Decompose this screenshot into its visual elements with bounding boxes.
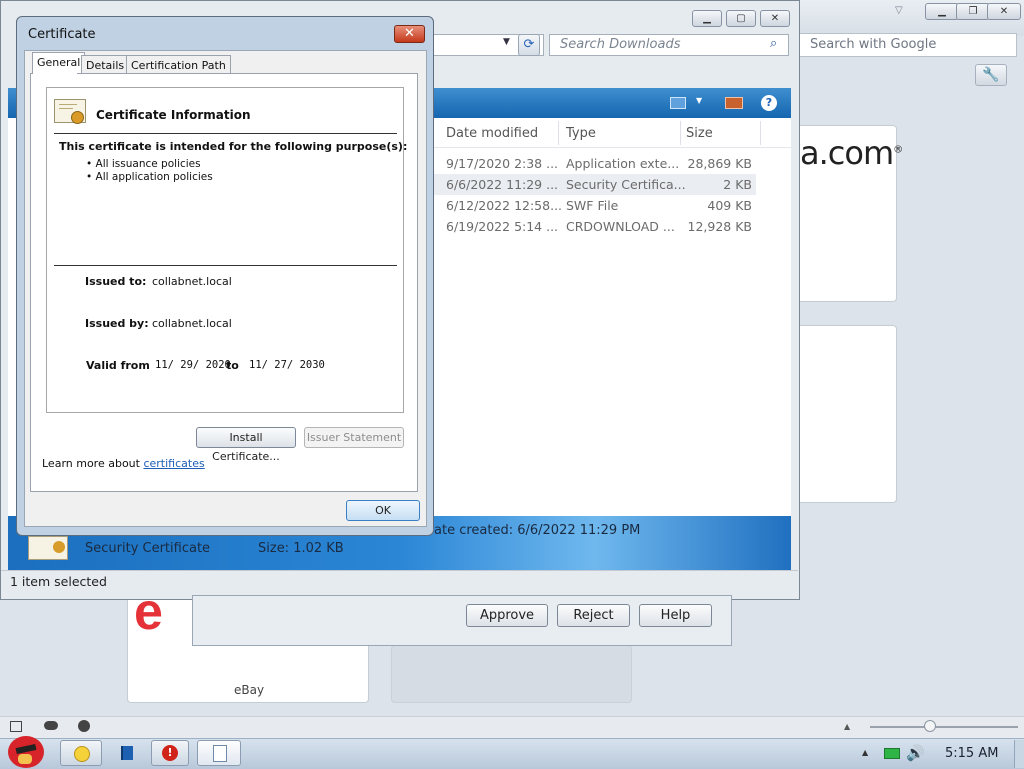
column-divider bbox=[680, 121, 681, 145]
divider bbox=[54, 265, 397, 266]
learn-more-text: Learn more about certificates bbox=[42, 456, 205, 470]
chevron-up-icon[interactable]: ▲ bbox=[844, 722, 850, 731]
purpose-heading: This certificate is intended for the fol… bbox=[59, 140, 408, 153]
zoom-slider-handle[interactable] bbox=[924, 720, 936, 732]
tab-certification-path[interactable]: Certification Path bbox=[126, 55, 231, 75]
dialog-title: Certificate bbox=[28, 27, 96, 42]
issuer-statement-button[interactable]: Issuer Statement bbox=[304, 427, 404, 448]
ebay-logo: e bbox=[134, 596, 163, 630]
start-button-icon[interactable] bbox=[2, 732, 46, 768]
certificate-info-heading: Certificate Information bbox=[96, 108, 251, 122]
row-type[interactable]: Security Certifica... bbox=[566, 177, 686, 192]
preview-pane-icon[interactable] bbox=[725, 97, 743, 109]
chevron-up-icon[interactable]: ▲ bbox=[862, 748, 868, 757]
refresh-icon[interactable]: ⟳ bbox=[518, 34, 540, 56]
divider bbox=[54, 133, 397, 134]
tab-general[interactable]: General bbox=[32, 52, 86, 74]
issued-by-label: Issued by: bbox=[85, 317, 149, 330]
taskbar-button-active[interactable] bbox=[197, 740, 241, 766]
alert-icon: ! bbox=[162, 745, 178, 761]
column-divider bbox=[558, 121, 559, 145]
book-icon[interactable] bbox=[121, 746, 133, 760]
certificate-file-icon bbox=[28, 536, 68, 560]
clock[interactable]: 5:15 AM bbox=[945, 746, 998, 761]
valid-to-label: to bbox=[226, 359, 239, 372]
purpose-item: • All application policies bbox=[86, 171, 213, 183]
view-options-icon[interactable] bbox=[670, 97, 686, 109]
maximize-button[interactable]: ▢ bbox=[726, 10, 756, 27]
valid-to-value: 11/ 27/ 2030 bbox=[249, 359, 325, 371]
column-header-type[interactable]: Type bbox=[566, 126, 596, 141]
valid-from-label: Valid from bbox=[86, 359, 150, 372]
column-header-date[interactable]: Date modified bbox=[446, 126, 538, 141]
chevron-down-icon[interactable]: ▼ bbox=[696, 96, 702, 105]
row-type[interactable]: Application exte... bbox=[566, 156, 679, 171]
zoom-slider-track[interactable] bbox=[870, 726, 1018, 728]
row-size[interactable]: 409 KB bbox=[680, 198, 752, 213]
reject-button[interactable]: Reject bbox=[557, 604, 630, 627]
details-file-size: Size: 1.02 KB bbox=[258, 541, 344, 556]
details-file-name: Security Certificate bbox=[85, 541, 211, 556]
speed-icon[interactable] bbox=[78, 720, 90, 732]
row-date[interactable]: 6/12/2022 12:58... bbox=[446, 198, 562, 213]
approve-button[interactable]: Approve bbox=[466, 604, 548, 627]
row-size[interactable]: 28,869 KB bbox=[680, 156, 752, 171]
taskbar-button[interactable]: ! bbox=[151, 740, 189, 766]
status-bar bbox=[1, 570, 798, 593]
logo-text: a.com bbox=[800, 134, 894, 172]
row-date[interactable]: 6/19/2022 5:14 ... bbox=[446, 219, 558, 234]
search-icon[interactable]: ⌕ bbox=[770, 36, 777, 51]
battery-icon[interactable] bbox=[884, 748, 900, 759]
status-text: 1 item selected bbox=[10, 574, 107, 589]
learn-more-prefix: Learn more about bbox=[42, 457, 144, 470]
ok-button[interactable]: OK bbox=[346, 500, 420, 521]
restore-button[interactable]: ❐ bbox=[956, 3, 990, 20]
show-desktop-button[interactable] bbox=[1014, 740, 1024, 768]
dropdown-arrow-icon[interactable]: ▼ bbox=[503, 37, 510, 47]
help-icon[interactable]: ? bbox=[761, 95, 777, 111]
valid-from-value: 11/ 29/ 2020 bbox=[155, 359, 231, 371]
row-date[interactable]: 9/17/2020 2:38 ... bbox=[446, 156, 558, 171]
tab-details[interactable]: Details bbox=[81, 55, 130, 75]
registered-mark: ® bbox=[893, 144, 903, 156]
row-size[interactable]: 12,928 KB bbox=[680, 219, 752, 234]
install-certificate-button[interactable]: Install Certificate... bbox=[196, 427, 296, 463]
chevron-down-icon[interactable]: ▽ bbox=[895, 5, 903, 16]
taskbar-button[interactable] bbox=[60, 740, 102, 766]
volume-icon[interactable]: 🔊 bbox=[906, 744, 925, 762]
speed-dial-tile-empty[interactable] bbox=[391, 645, 632, 703]
downloads-search-input[interactable]: Search Downloads bbox=[549, 34, 789, 56]
sun-icon bbox=[74, 746, 90, 762]
row-size[interactable]: 2 KB bbox=[680, 177, 752, 192]
row-type[interactable]: SWF File bbox=[566, 198, 618, 213]
panel-icon[interactable] bbox=[10, 721, 22, 732]
issued-by-value: collabnet.local bbox=[152, 317, 232, 330]
certificate-icon bbox=[54, 99, 86, 124]
column-header-size[interactable]: Size bbox=[686, 126, 713, 141]
minimize-button[interactable]: ▁ bbox=[692, 10, 722, 27]
column-divider bbox=[760, 121, 761, 145]
row-type[interactable]: CRDOWNLOAD ... bbox=[566, 219, 675, 234]
cloud-icon[interactable] bbox=[44, 721, 58, 730]
details-date-created: ate created: 6/6/2022 11:29 PM bbox=[434, 523, 641, 538]
minimize-button[interactable]: ▁ bbox=[925, 3, 959, 20]
document-icon bbox=[213, 745, 227, 762]
google-search-input[interactable]: Search with Google bbox=[799, 33, 1017, 57]
issued-to-label: Issued to: bbox=[85, 275, 147, 288]
site-logo-text: a.com® bbox=[800, 134, 903, 172]
tab-join bbox=[33, 73, 77, 75]
issued-to-value: collabnet.local bbox=[152, 275, 232, 288]
wrench-icon[interactable]: 🔧 bbox=[975, 64, 1007, 86]
close-button[interactable]: ✕ bbox=[394, 25, 425, 43]
close-button[interactable]: ✕ bbox=[987, 3, 1021, 20]
row-date[interactable]: 6/6/2022 11:29 ... bbox=[446, 177, 558, 192]
certificates-link[interactable]: certificates bbox=[143, 457, 204, 470]
help-button[interactable]: Help bbox=[639, 604, 712, 627]
purpose-item: • All issuance policies bbox=[86, 158, 201, 170]
close-button[interactable]: ✕ bbox=[760, 10, 790, 27]
tile-label: eBay bbox=[234, 683, 265, 697]
